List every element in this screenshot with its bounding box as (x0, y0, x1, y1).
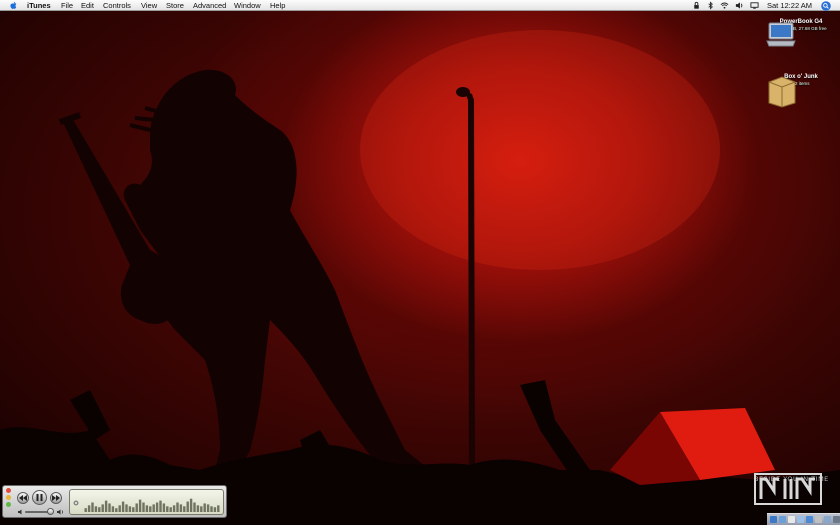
menu-advanced[interactable]: Advanced (193, 1, 226, 10)
eq-bar (166, 506, 169, 512)
eq-bar (196, 505, 200, 512)
nin-logo-mark (754, 473, 822, 505)
eq-bar (125, 504, 128, 512)
folder-dock-icon[interactable] (824, 516, 831, 523)
eq-bar (142, 502, 145, 512)
eq-bar (145, 505, 149, 512)
spotlight-icon[interactable] (821, 0, 831, 11)
finder-dock-icon[interactable] (770, 516, 777, 523)
eq-bar (217, 505, 220, 512)
preferences-dock-icon[interactable] (815, 516, 822, 523)
eq-bar (108, 503, 111, 512)
eq-bar (155, 502, 159, 512)
menu-window[interactable]: Window (234, 1, 261, 10)
itunes-mini-player[interactable] (2, 485, 227, 518)
desktop-icon-powerbook[interactable]: PowerBook G4 111.67 GB, 27.68 GB free (766, 19, 836, 47)
eq-bar (152, 504, 155, 512)
volume-icon[interactable] (735, 1, 744, 10)
hard-drive-icon (766, 22, 796, 47)
eq-bar (206, 504, 210, 512)
eq-bar (132, 507, 135, 512)
app-menu-itunes[interactable]: iTunes (27, 1, 51, 10)
menu-bar: iTunes File Edit Controls View Store Adv… (0, 0, 840, 11)
pause-icon (36, 494, 43, 501)
display-icon[interactable] (750, 1, 759, 10)
eq-bar (169, 507, 172, 512)
eq-bar (200, 506, 203, 512)
desktop-icon-box-o-junk[interactable]: Box o' Junk 52 items (766, 74, 836, 108)
fast-forward-icon (52, 495, 60, 501)
eq-bar (104, 500, 108, 512)
close-button[interactable] (6, 488, 11, 493)
wifi-icon[interactable] (720, 1, 729, 10)
eq-bar (213, 507, 217, 512)
eq-bar (118, 505, 121, 512)
eq-visualizer (84, 498, 220, 512)
eq-bar (111, 506, 115, 512)
eq-bar (94, 506, 98, 512)
eq-bar (162, 503, 166, 512)
eq-bar (135, 503, 138, 512)
rewind-icon (19, 495, 27, 501)
eq-bar (179, 504, 183, 512)
eq-bar (210, 506, 213, 512)
eq-bar (203, 503, 206, 512)
safari-dock-icon[interactable] (806, 516, 813, 523)
eq-bar (87, 505, 91, 512)
mail-dock-icon[interactable] (779, 516, 786, 523)
volume-low-icon (18, 509, 22, 515)
menu-help[interactable]: Help (270, 1, 285, 10)
zoom-button[interactable] (6, 502, 11, 507)
eq-bar (115, 508, 118, 512)
itunes-dock-icon[interactable] (797, 516, 804, 523)
bluetooth-icon[interactable] (706, 1, 715, 10)
eq-bar (186, 501, 189, 512)
status-display[interactable] (69, 489, 224, 515)
eq-bar (176, 502, 179, 512)
eq-bar (193, 502, 196, 512)
desktop-wallpaper: PowerBook G4 111.67 GB, 27.68 GB free Bo… (0, 11, 840, 525)
concert-silhouette (0, 30, 840, 525)
eq-bar (138, 499, 142, 512)
nin-logo: BESIDE YOU IN TIME (754, 473, 828, 505)
eq-bar (183, 506, 186, 512)
previous-button[interactable] (17, 492, 29, 504)
eq-bar (101, 504, 104, 512)
eq-bar (121, 501, 125, 512)
trash-dock-icon[interactable] (833, 516, 840, 523)
folder-icon (768, 76, 796, 108)
eq-bar (128, 506, 132, 512)
eq-bar (172, 505, 176, 512)
eq-bar (149, 506, 152, 512)
menu-view[interactable]: View (141, 1, 157, 10)
menu-store[interactable]: Store (166, 1, 184, 10)
ical-dock-icon[interactable] (788, 516, 795, 523)
snapback-icon[interactable] (73, 500, 79, 506)
menubar-clock[interactable]: Sat 12:22 AM (767, 1, 812, 10)
eq-bar (98, 507, 101, 512)
volume-high-icon (57, 509, 63, 515)
eq-bar (91, 502, 94, 512)
eq-bar (84, 508, 87, 512)
menu-file[interactable]: File (61, 1, 73, 10)
minimize-button[interactable] (6, 495, 11, 500)
dock (767, 513, 840, 525)
play-pause-button[interactable] (32, 490, 47, 505)
apple-icon[interactable] (9, 1, 18, 10)
menu-controls[interactable]: Controls (103, 1, 131, 10)
volume-slider-knob[interactable] (47, 508, 54, 515)
eq-bar (189, 498, 193, 512)
next-button[interactable] (50, 492, 62, 504)
lock-icon[interactable] (692, 1, 701, 10)
eq-bar (159, 500, 162, 512)
menu-edit[interactable]: Edit (81, 1, 94, 10)
